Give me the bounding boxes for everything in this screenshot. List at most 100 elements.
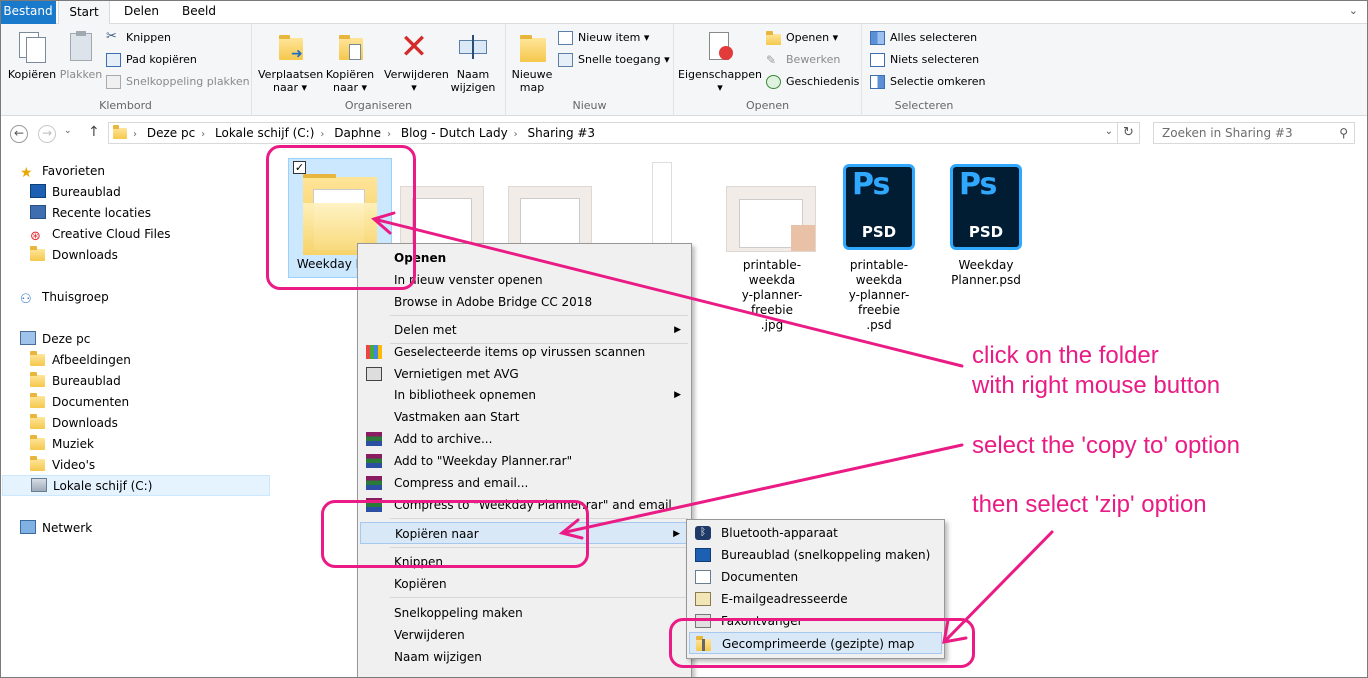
shortcut-icon bbox=[106, 75, 121, 89]
back-button[interactable]: ← bbox=[10, 125, 28, 143]
music-folder-icon bbox=[30, 435, 46, 450]
tab-beeld[interactable]: Beeld bbox=[170, 0, 228, 24]
crumb-lokale-schijf[interactable]: Lokale schijf (C:) bbox=[215, 126, 314, 140]
nav-fav-recent[interactable]: Recente locaties bbox=[30, 203, 151, 224]
nav-pc-afbeeldingen[interactable]: Afbeeldingen bbox=[30, 350, 131, 371]
nav-pc-documenten[interactable]: Documenten bbox=[30, 392, 129, 413]
file-name: printable-weekda y-planner-freebie .jpg bbox=[741, 258, 803, 332]
desktop-icon bbox=[695, 548, 711, 562]
new-folder-icon bbox=[515, 30, 549, 64]
menu-item-avg-shred[interactable]: Vernietigen met AVG bbox=[360, 363, 689, 385]
crumb-sharing[interactable]: Sharing #3 bbox=[528, 126, 596, 140]
note-right-click: click on the folder with right mouse butt… bbox=[972, 342, 1221, 399]
group-klembord: Kopiëren Plakken ✂ Knippen Pad kopiëren … bbox=[0, 24, 252, 116]
image-thumbnail[interactable] bbox=[508, 186, 592, 250]
select-all-button[interactable]: Alles selecteren bbox=[870, 28, 977, 48]
submenu-item-desktop[interactable]: Bureaublad (snelkoppeling maken) bbox=[689, 544, 942, 566]
collapse-ribbon-icon[interactable]: ⌄ bbox=[1349, 4, 1358, 17]
edit-button[interactable]: ✎ Bewerken bbox=[766, 50, 840, 70]
menu-item-add-library[interactable]: In bibliotheek opnemen ▶ bbox=[360, 384, 689, 406]
menu-item-virus-scan[interactable]: Geselecteerde items op virussen scannen bbox=[360, 341, 689, 363]
delete-x-icon: ✕ bbox=[399, 27, 429, 67]
new-item-button[interactable]: Nieuw item ▾ bbox=[558, 28, 649, 48]
nav-network[interactable]: Netwerk bbox=[20, 518, 92, 539]
forward-button[interactable]: → bbox=[38, 125, 56, 143]
quick-access-icon bbox=[558, 53, 573, 67]
submenu-item-mail-recipient[interactable]: E-mailgeadresseerde bbox=[689, 588, 942, 610]
nav-homegroup[interactable]: ⚇ Thuisgroep bbox=[20, 287, 109, 308]
submenu-item-bluetooth[interactable]: ᛒ Bluetooth-apparaat bbox=[689, 522, 942, 544]
menu-item-compress-email[interactable]: Compress and email... bbox=[360, 472, 689, 494]
copy-path-button[interactable]: Pad kopiëren bbox=[106, 50, 197, 70]
document-thumbnail[interactable] bbox=[652, 162, 672, 256]
history-button[interactable]: Geschiedenis bbox=[766, 72, 859, 92]
search-input[interactable]: Zoeken in Sharing #3 ⚲ bbox=[1153, 122, 1355, 144]
menu-item-copy[interactable]: Kopiëren bbox=[360, 573, 689, 595]
open-button[interactable]: Openen ▾ bbox=[766, 28, 838, 48]
menu-item-delete[interactable]: Verwijderen bbox=[360, 624, 689, 646]
nav-pc-videos[interactable]: Video's bbox=[30, 455, 95, 476]
crumb-daphne[interactable]: Daphne bbox=[334, 126, 381, 140]
tab-bestand[interactable]: Bestand bbox=[0, 0, 56, 24]
menu-item-create-shortcut[interactable]: Snelkoppeling maken bbox=[360, 602, 689, 624]
paste-shortcut-button[interactable]: Snelkoppeling plakken bbox=[106, 72, 250, 92]
menu-item-pin-start[interactable]: Vastmaken aan Start bbox=[360, 406, 689, 428]
submenu-arrow-icon: ▶ bbox=[674, 390, 681, 400]
rename-button[interactable]: Naam wijzigen bbox=[448, 30, 498, 94]
nav-fav-creative-cloud[interactable]: ⊛ Creative Cloud Files bbox=[30, 224, 171, 245]
crumb-blog[interactable]: Blog - Dutch Lady bbox=[401, 126, 508, 140]
refresh-icon[interactable]: ↻ bbox=[1117, 123, 1139, 143]
bluetooth-icon: ᛒ bbox=[695, 526, 711, 540]
submenu-item-documents[interactable]: Documenten bbox=[689, 566, 942, 588]
nav-pc-bureaublad[interactable]: Bureaublad bbox=[30, 371, 121, 392]
properties-icon bbox=[703, 30, 737, 64]
menu-item-add-archive[interactable]: Add to archive... bbox=[360, 428, 689, 450]
drive-icon bbox=[31, 478, 47, 492]
group-nieuw: Nieuwe map Nieuw item ▾ Snelle toegang ▾… bbox=[506, 24, 674, 116]
address-bar-row: ← → ⌄ ↑ › Deze pc › Lokale schijf (C:) › D… bbox=[0, 116, 1368, 150]
properties-button[interactable]: Eigenschappen ▾ bbox=[678, 30, 762, 94]
move-to-button[interactable]: ➜ Verplaatsen naar ▾ bbox=[258, 30, 323, 94]
cut-button[interactable]: ✂ Knippen bbox=[106, 28, 171, 48]
address-dropdown-icon[interactable]: ⌄ bbox=[1105, 126, 1113, 137]
group-label-nieuw: Nieuw bbox=[572, 99, 607, 112]
quick-access-button[interactable]: Snelle toegang ▾ bbox=[558, 50, 670, 70]
document-icon bbox=[695, 570, 711, 584]
nav-pc-muziek[interactable]: Muziek bbox=[30, 434, 94, 455]
nav-pc-lokale-schijf[interactable]: Lokale schijf (C:) bbox=[2, 475, 270, 496]
highlight-zip bbox=[669, 618, 975, 668]
path-icon bbox=[106, 53, 121, 67]
recent-locations-icon bbox=[30, 205, 46, 219]
documents-folder-icon bbox=[30, 393, 46, 408]
menu-item-share-with[interactable]: Delen met ▶ bbox=[360, 319, 689, 341]
crumb-deze-pc[interactable]: Deze pc bbox=[147, 126, 195, 140]
menu-item-add-rar[interactable]: Add to "Weekday Planner.rar" bbox=[360, 450, 689, 472]
delete-button[interactable]: ✕ Verwijderen ▾ bbox=[384, 27, 449, 94]
image-thumbnail bbox=[726, 186, 816, 252]
nav-fav-bureaublad[interactable]: Bureaublad bbox=[30, 182, 121, 203]
menu-item-rename[interactable]: Naam wijzigen bbox=[360, 646, 689, 668]
new-folder-button[interactable]: Nieuwe map bbox=[510, 30, 554, 94]
nav-favorites[interactable]: ★ Favorieten bbox=[20, 161, 105, 182]
scissors-icon: ✂ bbox=[106, 29, 117, 44]
nav-this-pc[interactable]: Deze pc bbox=[20, 329, 90, 350]
desktop-icon bbox=[30, 184, 46, 198]
address-field[interactable]: › Deze pc › Lokale schijf (C:) › Daphne › B… bbox=[108, 122, 1140, 144]
move-folder-icon: ➜ bbox=[273, 30, 307, 64]
menu-item-adobe-bridge[interactable]: Browse in Adobe Bridge CC 2018 bbox=[360, 291, 689, 313]
file-name: printable-weekda y-planner-freebie .psd bbox=[848, 258, 910, 332]
invert-selection-button[interactable]: Selectie omkeren bbox=[870, 72, 985, 92]
copy-button[interactable]: Kopiëren bbox=[6, 30, 58, 81]
recent-locations-chevron-icon[interactable]: ⌄ bbox=[64, 126, 72, 136]
downloads-folder-icon bbox=[30, 246, 46, 261]
tab-delen[interactable]: Delen bbox=[112, 0, 171, 24]
nav-fav-downloads[interactable]: Downloads bbox=[30, 245, 118, 266]
nav-pc-downloads[interactable]: Downloads bbox=[30, 413, 118, 434]
tab-start[interactable]: Start bbox=[58, 0, 110, 25]
copy-to-button[interactable]: Kopiëren naar ▾ bbox=[324, 30, 376, 94]
paste-button[interactable]: Plakken bbox=[58, 30, 104, 81]
photoshop-file-icon: Ps PSD bbox=[843, 164, 915, 250]
select-none-button[interactable]: Niets selecteren bbox=[870, 50, 979, 70]
up-arrow-icon[interactable]: ↑ bbox=[88, 124, 100, 140]
homegroup-icon: ⚇ bbox=[20, 292, 32, 307]
